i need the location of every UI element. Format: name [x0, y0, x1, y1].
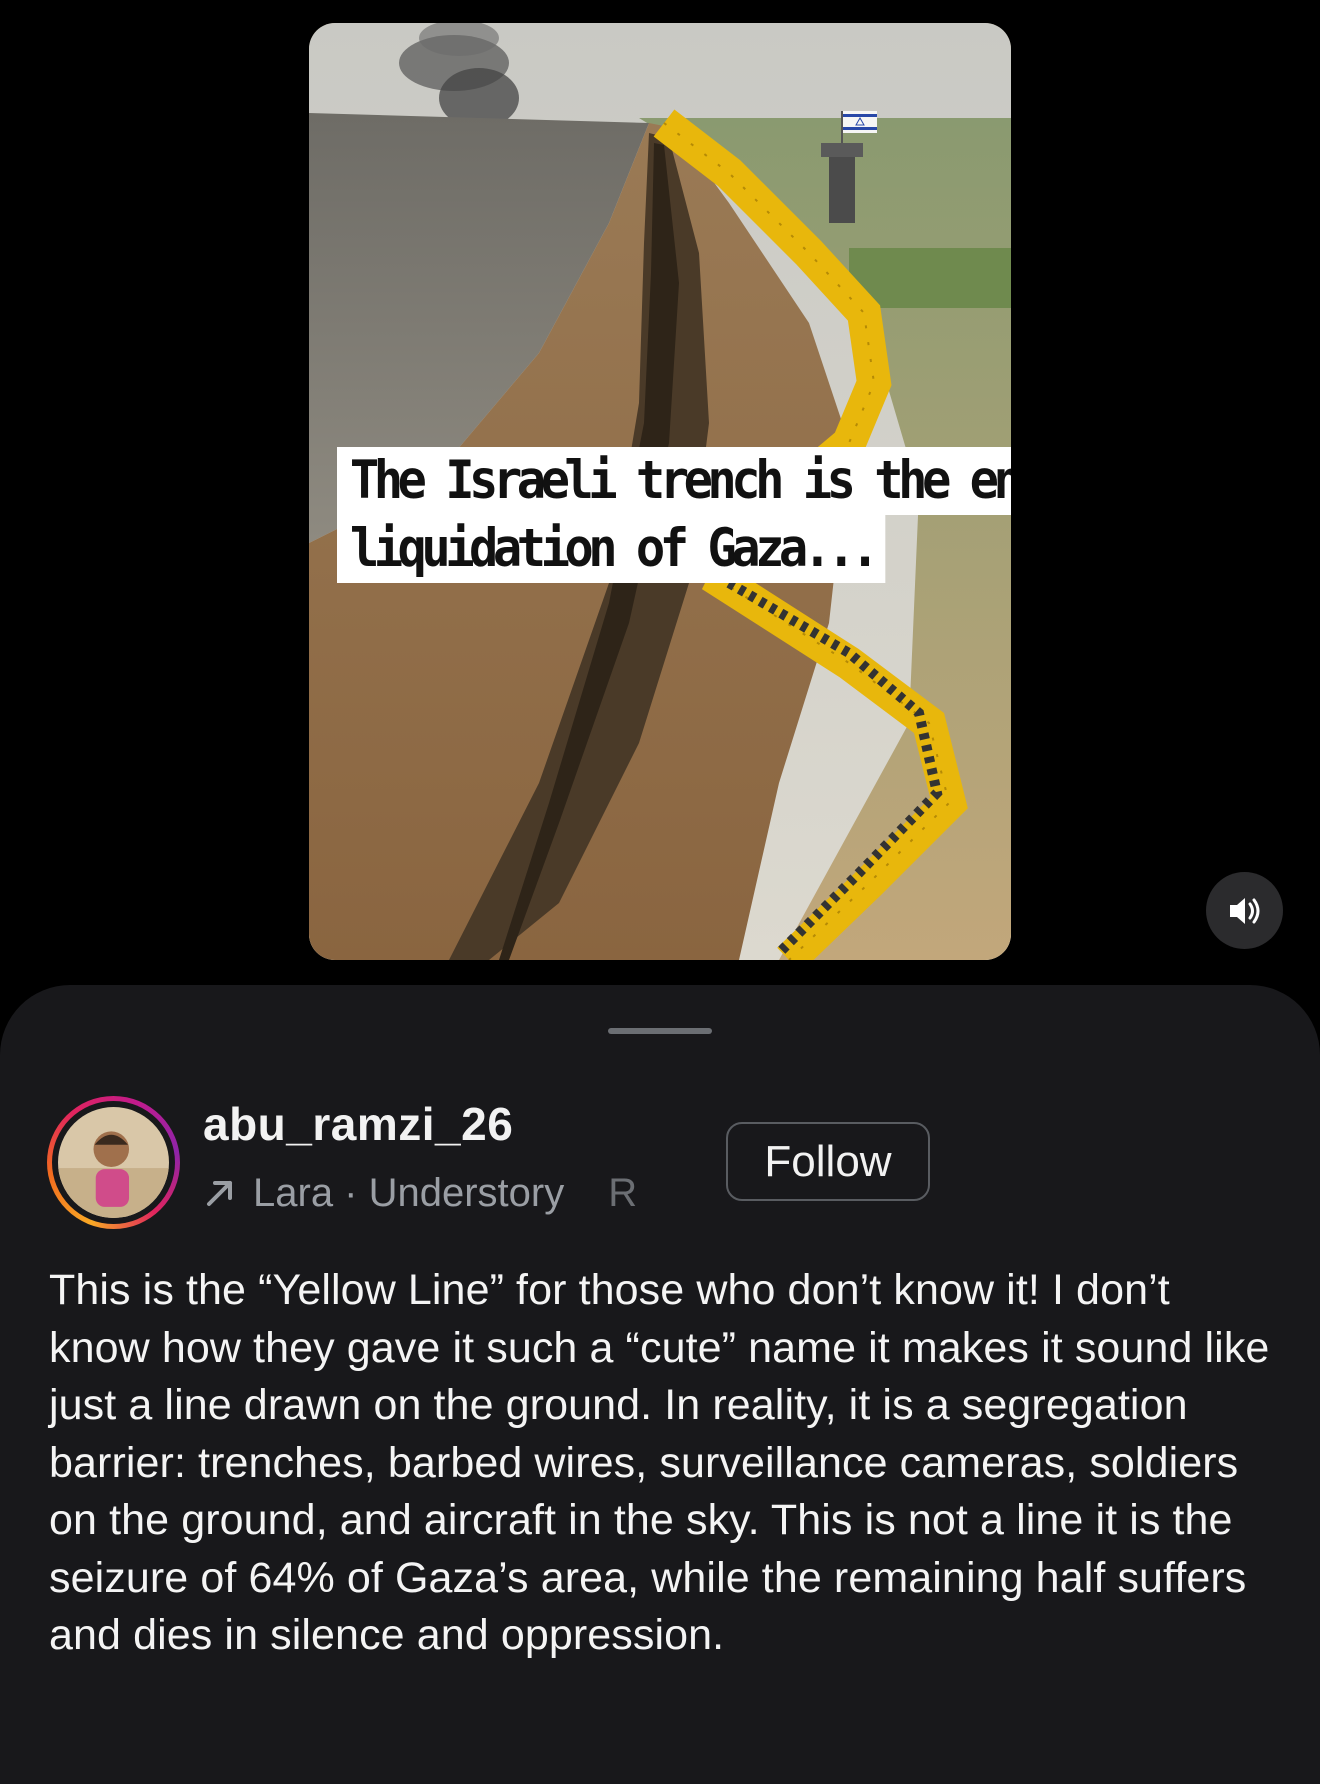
avatar[interactable]	[47, 1096, 180, 1229]
avatar-photo	[58, 1107, 169, 1218]
screen: The Israeli trench is the end and liquid…	[0, 0, 1320, 1784]
username[interactable]: abu_ramzi_26	[203, 1097, 513, 1151]
sheet-grabber-handle[interactable]	[608, 1028, 712, 1034]
post-caption: This is the “Yellow Line” for those who …	[49, 1266, 1270, 1659]
music-attribution[interactable]: Lara · Understory R	[203, 1167, 693, 1219]
overlay-caption-line-2: liquidation of Gaza...	[337, 515, 886, 583]
arrow-up-right-icon	[207, 1181, 232, 1206]
speaker-volume-icon	[1229, 897, 1259, 924]
follow-button[interactable]: Follow	[726, 1122, 930, 1201]
sound-toggle-button[interactable]	[1206, 872, 1283, 949]
music-overflow-text: R	[608, 1170, 638, 1215]
post-info-sheet: abu_ramzi_26 Lara · Understory R Follow …	[0, 985, 1320, 1784]
overlay-caption-line-1: The Israeli trench is the end and	[337, 447, 1011, 515]
music-label: Lara · Understory	[253, 1170, 565, 1215]
post-media[interactable]: The Israeli trench is the end and liquid…	[309, 23, 1011, 960]
